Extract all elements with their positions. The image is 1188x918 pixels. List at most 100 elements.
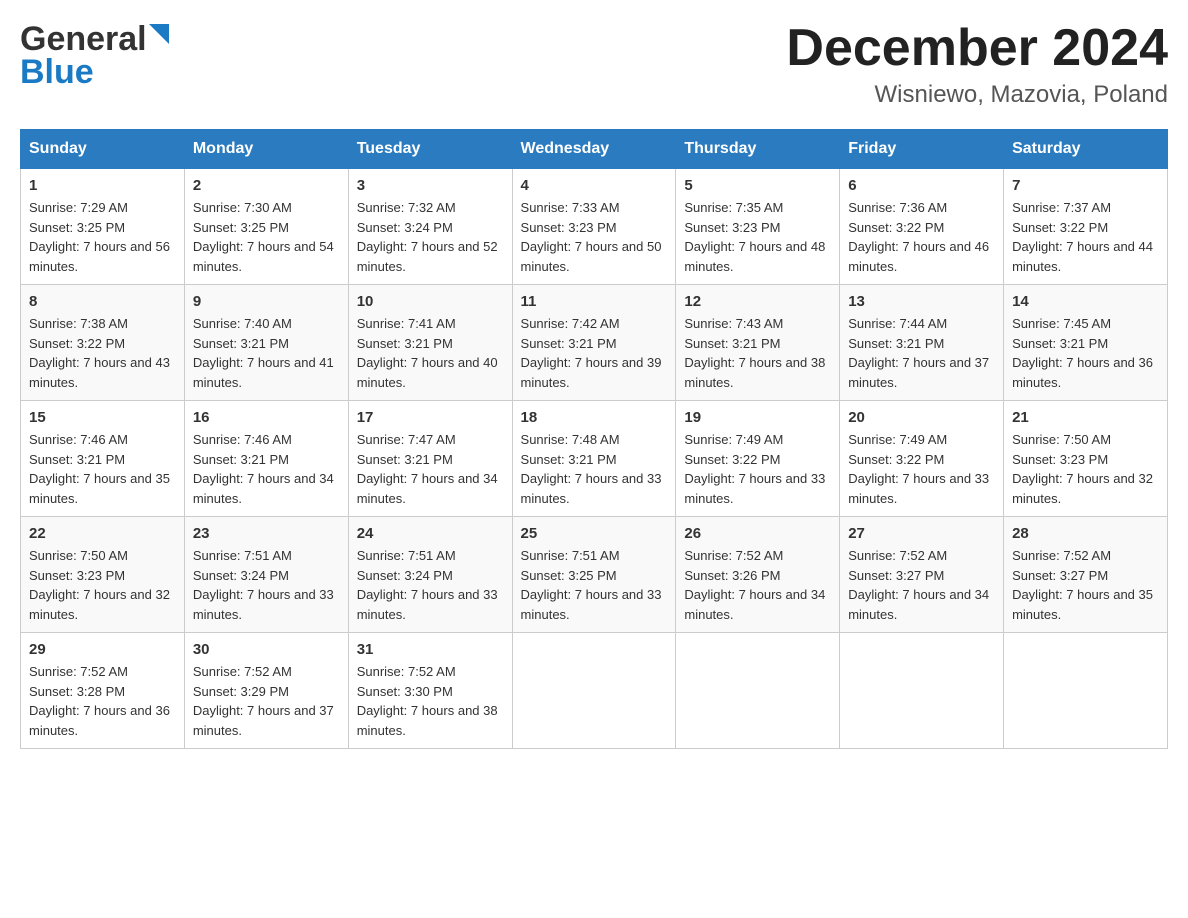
day-info: Sunrise: 7:38 AMSunset: 3:22 PMDaylight:… [29, 314, 176, 392]
calendar-table: Sunday Monday Tuesday Wednesday Thursday… [20, 129, 1168, 749]
table-row: 7 Sunrise: 7:37 AMSunset: 3:22 PMDaylight… [1004, 169, 1168, 285]
header-saturday: Saturday [1004, 130, 1168, 169]
day-info: Sunrise: 7:29 AMSunset: 3:25 PMDaylight:… [29, 198, 176, 276]
day-info: Sunrise: 7:52 AMSunset: 3:29 PMDaylight:… [193, 662, 340, 740]
day-number: 12 [684, 293, 831, 310]
day-number: 15 [29, 409, 176, 426]
table-row: 27Sunrise: 7:52 AMSunset: 3:27 PMDayligh… [840, 517, 1004, 633]
day-info: Sunrise: 7:50 AMSunset: 3:23 PMDaylight:… [1012, 430, 1159, 508]
day-info: Sunrise: 7:46 AMSunset: 3:21 PMDaylight:… [29, 430, 176, 508]
table-row: 17 Sunrise: 7:47 AMSunset: 3:21 PMDayligh… [348, 401, 512, 517]
logo: General Blue [20, 20, 177, 92]
calendar-week-row: 15 Sunrise: 7:46 AMSunset: 3:21 PMDayligh… [21, 401, 1168, 517]
day-info: Sunrise: 7:52 AMSunset: 3:27 PMDaylight:… [1012, 546, 1159, 624]
day-info: Sunrise: 7:32 AMSunset: 3:24 PMDaylight:… [357, 198, 504, 276]
table-row: 8Sunrise: 7:38 AMSunset: 3:22 PMDaylight… [21, 285, 185, 401]
table-row: 5 Sunrise: 7:35 AMSunset: 3:23 PMDaylight… [676, 169, 840, 285]
day-info: Sunrise: 7:50 AMSunset: 3:23 PMDaylight:… [29, 546, 176, 624]
table-row [676, 633, 840, 749]
day-info: Sunrise: 7:52 AMSunset: 3:28 PMDaylight:… [29, 662, 176, 740]
day-number: 29 [29, 641, 176, 658]
day-info: Sunrise: 7:44 AMSunset: 3:21 PMDaylight:… [848, 314, 995, 392]
day-number: 7 [1012, 177, 1159, 194]
table-row: 16 Sunrise: 7:46 AMSunset: 3:21 PMDayligh… [184, 401, 348, 517]
table-row: 19 Sunrise: 7:49 AMSunset: 3:22 PMDayligh… [676, 401, 840, 517]
day-number: 10 [357, 293, 504, 310]
day-number: 19 [684, 409, 831, 426]
calendar-week-row: 22 Sunrise: 7:50 AMSunset: 3:23 PMDayligh… [21, 517, 1168, 633]
calendar-week-row: 1Sunrise: 7:29 AMSunset: 3:25 PMDaylight… [21, 169, 1168, 285]
table-row: 25 Sunrise: 7:51 AMSunset: 3:25 PMDayligh… [512, 517, 676, 633]
day-number: 28 [1012, 525, 1159, 542]
day-number: 21 [1012, 409, 1159, 426]
day-number: 24 [357, 525, 504, 542]
day-info: Sunrise: 7:51 AMSunset: 3:24 PMDaylight:… [193, 546, 340, 624]
day-info: Sunrise: 7:43 AMSunset: 3:21 PMDaylight:… [684, 314, 831, 392]
day-number: 5 [684, 177, 831, 194]
day-info: Sunrise: 7:51 AMSunset: 3:25 PMDaylight:… [521, 546, 668, 624]
header-monday: Monday [184, 130, 348, 169]
day-info: Sunrise: 7:37 AMSunset: 3:22 PMDaylight:… [1012, 198, 1159, 276]
table-row: 6Sunrise: 7:36 AMSunset: 3:22 PMDaylight… [840, 169, 1004, 285]
table-row: 23 Sunrise: 7:51 AMSunset: 3:24 PMDayligh… [184, 517, 348, 633]
table-row: 13 Sunrise: 7:44 AMSunset: 3:21 PMDayligh… [840, 285, 1004, 401]
table-row: 30Sunrise: 7:52 AMSunset: 3:29 PMDayligh… [184, 633, 348, 749]
header-wednesday: Wednesday [512, 130, 676, 169]
day-number: 25 [521, 525, 668, 542]
table-row: 29 Sunrise: 7:52 AMSunset: 3:28 PMDayligh… [21, 633, 185, 749]
header-sunday: Sunday [21, 130, 185, 169]
day-number: 2 [193, 177, 340, 194]
day-info: Sunrise: 7:47 AMSunset: 3:21 PMDaylight:… [357, 430, 504, 508]
header-tuesday: Tuesday [348, 130, 512, 169]
day-info: Sunrise: 7:52 AMSunset: 3:26 PMDaylight:… [684, 546, 831, 624]
calendar-week-row: 8Sunrise: 7:38 AMSunset: 3:22 PMDaylight… [21, 285, 1168, 401]
day-number: 13 [848, 293, 995, 310]
table-row: 26 Sunrise: 7:52 AMSunset: 3:26 PMDayligh… [676, 517, 840, 633]
table-row: 2 Sunrise: 7:30 AMSunset: 3:25 PMDaylight… [184, 169, 348, 285]
table-row: 18 Sunrise: 7:48 AMSunset: 3:21 PMDayligh… [512, 401, 676, 517]
logo-blue: Blue [20, 53, 94, 92]
day-info: Sunrise: 7:49 AMSunset: 3:22 PMDaylight:… [684, 430, 831, 508]
table-row: 21 Sunrise: 7:50 AMSunset: 3:23 PMDayligh… [1004, 401, 1168, 517]
calendar-header-row: Sunday Monday Tuesday Wednesday Thursday… [21, 130, 1168, 169]
table-row: 12 Sunrise: 7:43 AMSunset: 3:21 PMDayligh… [676, 285, 840, 401]
day-info: Sunrise: 7:52 AMSunset: 3:30 PMDaylight:… [357, 662, 504, 740]
table-row: 1Sunrise: 7:29 AMSunset: 3:25 PMDaylight… [21, 169, 185, 285]
header-thursday: Thursday [676, 130, 840, 169]
table-row: 4 Sunrise: 7:33 AMSunset: 3:23 PMDaylight… [512, 169, 676, 285]
day-info: Sunrise: 7:35 AMSunset: 3:23 PMDaylight:… [684, 198, 831, 276]
day-number: 26 [684, 525, 831, 542]
table-row [840, 633, 1004, 749]
day-number: 20 [848, 409, 995, 426]
day-info: Sunrise: 7:36 AMSunset: 3:22 PMDaylight:… [848, 198, 995, 276]
day-info: Sunrise: 7:33 AMSunset: 3:23 PMDaylight:… [521, 198, 668, 276]
day-number: 17 [357, 409, 504, 426]
table-row: 9 Sunrise: 7:40 AMSunset: 3:21 PMDaylight… [184, 285, 348, 401]
table-row: 14 Sunrise: 7:45 AMSunset: 3:21 PMDayligh… [1004, 285, 1168, 401]
day-info: Sunrise: 7:30 AMSunset: 3:25 PMDaylight:… [193, 198, 340, 276]
day-number: 18 [521, 409, 668, 426]
table-row: 22 Sunrise: 7:50 AMSunset: 3:23 PMDayligh… [21, 517, 185, 633]
month-title: December 2024 [786, 20, 1168, 77]
day-info: Sunrise: 7:40 AMSunset: 3:21 PMDaylight:… [193, 314, 340, 392]
day-number: 11 [521, 293, 668, 310]
day-info: Sunrise: 7:41 AMSunset: 3:21 PMDaylight:… [357, 314, 504, 392]
day-number: 3 [357, 177, 504, 194]
day-number: 4 [521, 177, 668, 194]
day-number: 9 [193, 293, 340, 310]
day-info: Sunrise: 7:45 AMSunset: 3:21 PMDaylight:… [1012, 314, 1159, 392]
day-number: 27 [848, 525, 995, 542]
day-number: 16 [193, 409, 340, 426]
day-info: Sunrise: 7:48 AMSunset: 3:21 PMDaylight:… [521, 430, 668, 508]
day-number: 31 [357, 641, 504, 658]
table-row: 24 Sunrise: 7:51 AMSunset: 3:24 PMDayligh… [348, 517, 512, 633]
day-number: 22 [29, 525, 176, 542]
location-title: Wisniewo, Mazovia, Poland [786, 81, 1168, 109]
table-row: 31 Sunrise: 7:52 AMSunset: 3:30 PMDayligh… [348, 633, 512, 749]
day-info: Sunrise: 7:46 AMSunset: 3:21 PMDaylight:… [193, 430, 340, 508]
day-info: Sunrise: 7:51 AMSunset: 3:24 PMDaylight:… [357, 546, 504, 624]
table-row: 15 Sunrise: 7:46 AMSunset: 3:21 PMDayligh… [21, 401, 185, 517]
day-number: 23 [193, 525, 340, 542]
day-info: Sunrise: 7:42 AMSunset: 3:21 PMDaylight:… [521, 314, 668, 392]
day-number: 14 [1012, 293, 1159, 310]
